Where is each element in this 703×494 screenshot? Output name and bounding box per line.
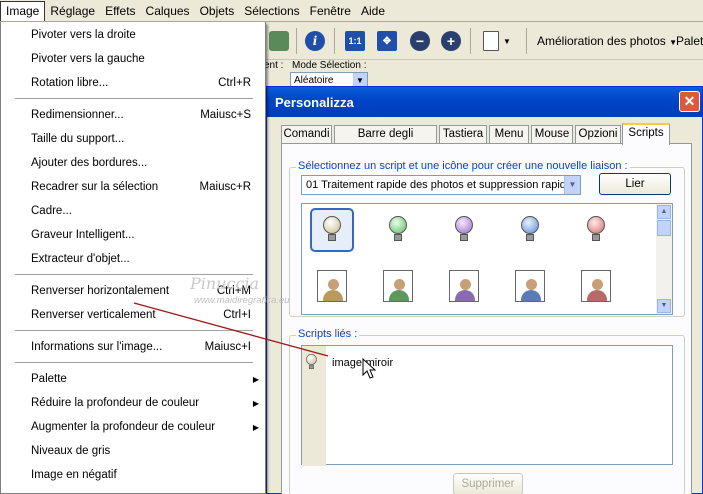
mouse-cursor-icon <box>362 358 377 379</box>
tab-scripts[interactable]: Scripts <box>622 123 670 145</box>
annotation-arrow <box>133 302 329 357</box>
